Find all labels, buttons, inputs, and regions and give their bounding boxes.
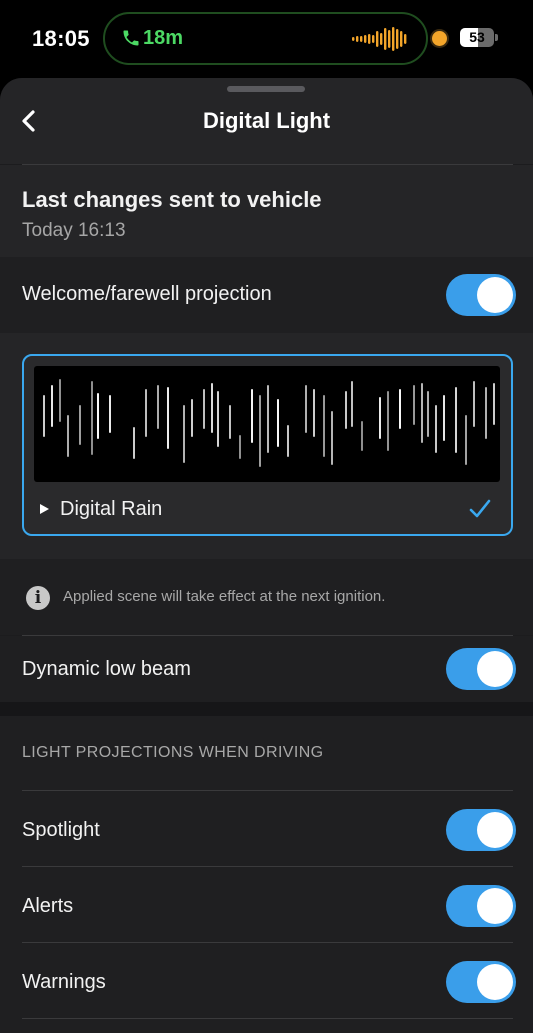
battery-level: 53 (469, 29, 485, 45)
last-changes-timestamp: Today 16:13 (22, 220, 126, 241)
welcome-projection-label: Welcome/farewell projection (22, 283, 272, 305)
toggle-knob (477, 651, 513, 687)
scene-preview[interactable] (34, 366, 500, 482)
settings-sheet: Digital Light Last changes sent to vehic… (0, 78, 533, 1033)
dynamic-island[interactable]: 18m (103, 12, 428, 65)
spotlight-row: Spotlight (0, 791, 533, 866)
scene-name: Digital Rain (60, 498, 163, 520)
clock: 18:05 (32, 26, 90, 51)
dynamic-low-beam-row: Dynamic low beam (0, 636, 533, 702)
alerts-toggle[interactable] (446, 885, 516, 927)
last-changes-title: Last changes sent to vehicle (22, 187, 322, 212)
alerts-row: Alerts (0, 867, 533, 942)
page-title: Digital Light (202, 108, 331, 133)
alerts-label: Alerts (22, 895, 74, 917)
toggle-knob (477, 812, 513, 848)
status-bar: 18:05 18m 53 (0, 0, 533, 78)
last-changes-row[interactable]: Last changes sent to vehicle Today 16:13 (0, 165, 533, 312)
toggle-knob (477, 888, 513, 924)
toggle-knob (477, 964, 513, 1000)
spotlight-toggle[interactable] (446, 809, 516, 851)
spotlight-label: Spotlight (22, 819, 100, 841)
section-gap (0, 702, 533, 716)
call-duration: 18m (143, 27, 184, 49)
welcome-projection-row: Welcome/farewell projection (0, 257, 533, 333)
section-header: LIGHT PROJECTIONS WHEN DRIVING (22, 744, 324, 761)
battery-icon: 53 (460, 28, 494, 47)
scene-card-digital-rain[interactable]: Digital Rain (22, 354, 513, 536)
warnings-row: Warnings (0, 943, 533, 1018)
warnings-toggle[interactable] (446, 961, 516, 1003)
audio-wave-icon (352, 27, 407, 51)
play-icon[interactable] (40, 504, 49, 514)
navigation-bar: Digital Light (0, 78, 533, 164)
divider (22, 1018, 513, 1019)
checkmark-icon (469, 499, 491, 518)
recording-indicator (432, 31, 447, 46)
dynamic-low-beam-toggle[interactable] (446, 648, 516, 690)
phone-icon (123, 30, 139, 46)
info-icon: i (26, 586, 50, 610)
welcome-projection-toggle[interactable] (446, 274, 516, 316)
warnings-label: Warnings (22, 971, 106, 993)
toggle-knob (477, 277, 513, 313)
info-text: Applied scene will take effect at the ne… (63, 588, 386, 605)
sheet-grabber[interactable] (227, 86, 305, 92)
battery-tip (495, 34, 498, 41)
dynamic-low-beam-label: Dynamic low beam (22, 658, 191, 680)
